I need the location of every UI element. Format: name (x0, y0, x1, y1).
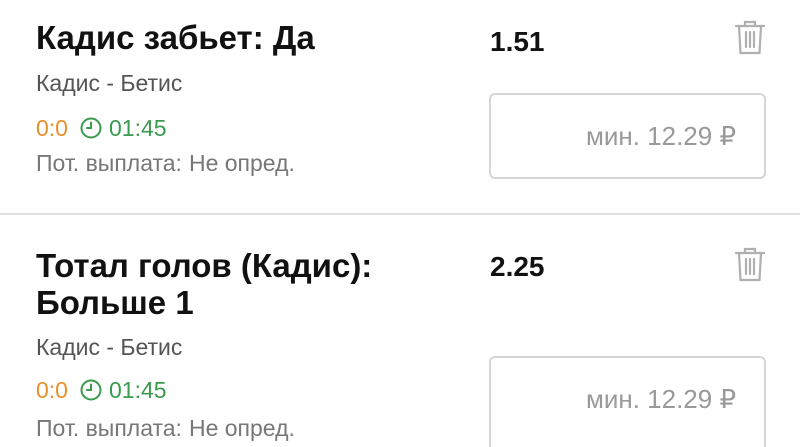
stake-input[interactable]: мин. 12.29 ₽ (489, 93, 766, 179)
payout-value: Не опред. (188, 415, 295, 441)
bet-title: Кадис забьет: Да (36, 19, 315, 56)
match-name: Кадис - Бетис (36, 70, 183, 96)
live-status: 0:0 01:45 (36, 377, 167, 403)
potential-payout: Пот. выплата: Не опред. (36, 150, 295, 176)
clock-icon (80, 379, 102, 401)
bet-slip-item: Кадис забьет: Да 1.51 Кадис - Бетис 0:0 … (0, 0, 800, 214)
bet-title: Тотал голов (Кадис): Больше 1 (36, 247, 373, 321)
trash-icon[interactable] (732, 18, 768, 56)
live-status: 0:0 01:45 (36, 115, 167, 141)
bet-odds: 2.25 (490, 251, 545, 282)
match-time: 01:45 (108, 377, 167, 403)
payout-value: Не опред. (188, 150, 295, 176)
match-name: Кадис - Бетис (36, 334, 183, 360)
match-score: 0:0 (36, 377, 68, 403)
payout-label: Пот. выплата: (36, 150, 182, 176)
clock-icon (80, 117, 102, 139)
bet-slip-item: Тотал голов (Кадис): Больше 1 2.25 Кадис… (0, 215, 800, 447)
match-time: 01:45 (108, 115, 167, 141)
stake-input[interactable]: мин. 12.29 ₽ (489, 356, 766, 447)
match-score: 0:0 (36, 115, 68, 141)
potential-payout: Пот. выплата: Не опред. (36, 415, 295, 441)
payout-label: Пот. выплата: (36, 415, 182, 441)
bet-odds: 1.51 (490, 26, 545, 57)
trash-icon[interactable] (732, 245, 768, 283)
